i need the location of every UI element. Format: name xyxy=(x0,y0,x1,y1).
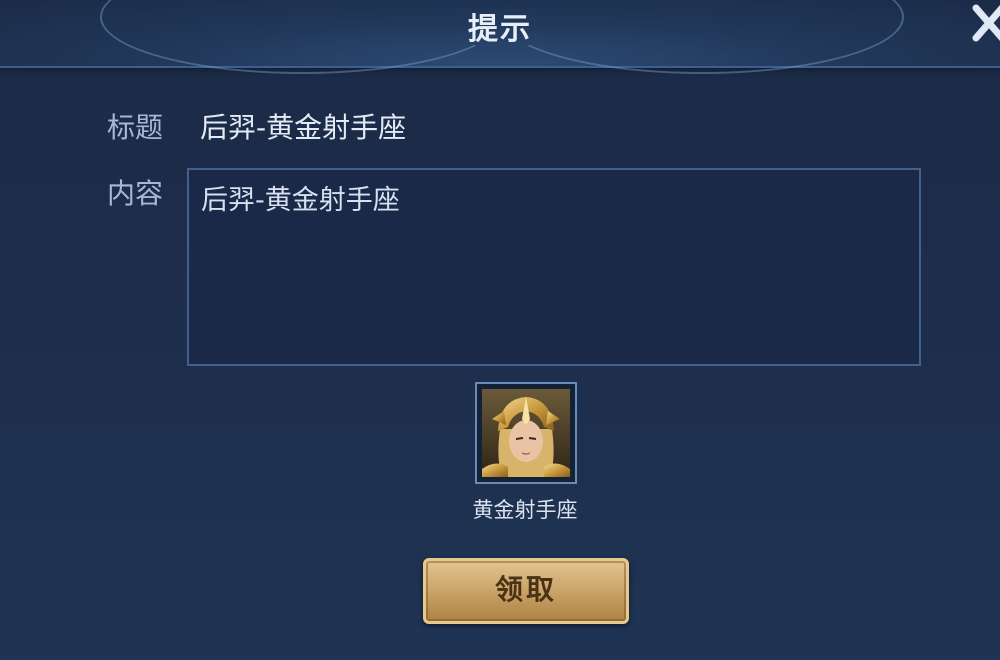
content-label: 内容 xyxy=(107,177,164,210)
content-box: 后羿-黄金射手座 xyxy=(187,168,921,366)
content-text: 后羿-黄金射手座 xyxy=(201,185,400,216)
title-value: 后羿-黄金射手座 xyxy=(200,111,407,144)
close-icon xyxy=(972,4,1000,42)
reward-item-frame[interactable] xyxy=(475,382,577,484)
reward-name: 黄金射手座 xyxy=(472,498,578,522)
dialog-title: 提示 xyxy=(468,12,532,47)
close-button[interactable] xyxy=(968,0,1000,48)
dialog-header: 提示 xyxy=(0,0,1000,74)
claim-button[interactable]: 领取 xyxy=(423,558,629,624)
title-label: 标题 xyxy=(107,111,164,144)
reward-dialog: 提示 标题 后羿-黄金射手座 内容 后羿-黄金射手座 黄金射手座 领取 xyxy=(0,0,1000,660)
hero-skin-portrait-icon xyxy=(482,389,570,477)
